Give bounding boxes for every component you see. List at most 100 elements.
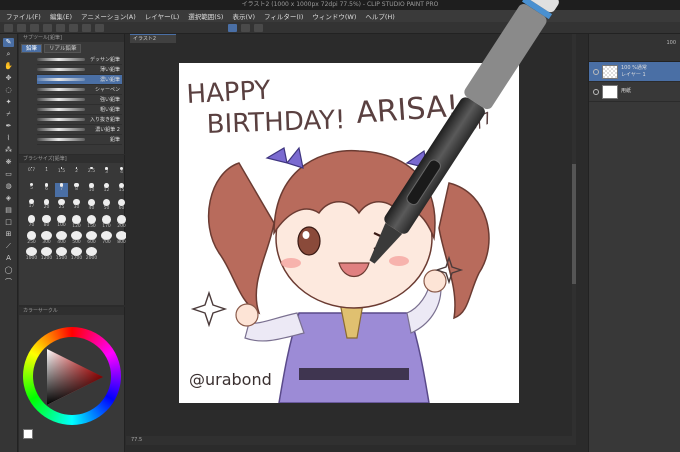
menu-view[interactable]: 表示(V): [232, 11, 255, 21]
deselect-button[interactable]: [95, 23, 104, 32]
text-tool-icon[interactable]: A: [3, 254, 14, 263]
undo-button[interactable]: [43, 23, 52, 32]
brush-item[interactable]: 鉛筆: [37, 135, 122, 145]
brush-size-option[interactable]: 25: [55, 199, 68, 213]
snap-button[interactable]: [228, 23, 237, 32]
brush-size-option[interactable]: 600: [85, 231, 98, 245]
lasso-tool-icon[interactable]: ◌: [3, 86, 14, 95]
balloon-tool-icon[interactable]: ◯: [3, 266, 14, 275]
fill-tool-icon[interactable]: ◈: [3, 194, 14, 203]
brush-size-option[interactable]: 2.5: [85, 167, 98, 181]
brush-size-option[interactable]: 5: [25, 183, 38, 197]
pencil-tool-icon[interactable]: ✎: [3, 38, 14, 47]
layer-row[interactable]: 100 %通常 レイヤー 1: [589, 62, 680, 82]
blend-tool-icon[interactable]: ◍: [3, 182, 14, 191]
visibility-icon[interactable]: [593, 68, 599, 75]
current-color-swatch[interactable]: [23, 429, 33, 439]
brush-size-option[interactable]: 170: [100, 215, 113, 229]
brush-size-option[interactable]: 1000: [25, 247, 38, 261]
gradient-tool-icon[interactable]: ▤: [3, 206, 14, 215]
menu-edit[interactable]: 編集(E): [50, 11, 72, 21]
eraser-tool-icon[interactable]: ▭: [3, 170, 14, 179]
zoom-tool-icon[interactable]: ⌕: [3, 50, 14, 59]
brush-size-option[interactable]: 10: [85, 183, 98, 197]
canvas-vertical-scrollbar[interactable]: [572, 34, 576, 436]
new-file-button[interactable]: [4, 23, 13, 32]
brush-size-option[interactable]: 70: [25, 215, 38, 229]
pen-tool-icon[interactable]: ✒: [3, 122, 14, 131]
brush-size-option[interactable]: 1: [40, 167, 53, 181]
brush-size-option[interactable]: 2: [70, 167, 83, 181]
brush-size-option[interactable]: 500: [70, 231, 83, 245]
layer-opacity[interactable]: 100: [666, 40, 676, 46]
saturation-triangle[interactable]: [39, 341, 109, 411]
brush-size-option[interactable]: 80: [40, 215, 53, 229]
menu-animation[interactable]: アニメーション(A): [81, 11, 136, 21]
decoration-tool-icon[interactable]: ❋: [3, 158, 14, 167]
document-tab[interactable]: イラスト2: [130, 34, 176, 43]
tab-real-pencil[interactable]: リアル鉛筆: [44, 44, 82, 53]
tab-pencil[interactable]: 鉛筆: [21, 44, 43, 53]
menu-selection[interactable]: 選択範囲(S): [188, 11, 223, 21]
brush-item[interactable]: 薄い鉛筆: [37, 65, 122, 75]
brush-item[interactable]: 濃い鉛筆 2: [37, 125, 122, 135]
transform-button[interactable]: [82, 23, 91, 32]
brush-size-option[interactable]: 150: [85, 215, 98, 229]
menu-filter[interactable]: フィルター(I): [264, 11, 303, 21]
menu-help[interactable]: ヘルプ(H): [365, 11, 394, 21]
brush-size-option[interactable]: 300: [40, 231, 53, 245]
brush-size-option[interactable]: 30: [70, 199, 83, 213]
brush-size-option[interactable]: 250: [25, 231, 38, 245]
visibility-icon[interactable]: [593, 88, 599, 95]
brush-size-option[interactable]: 1.5: [55, 167, 68, 181]
canvas-paper[interactable]: HAPPY BIRTHDAY! ARISA! 6/7 @urabond: [179, 63, 519, 403]
brush-item[interactable]: 濃い鉛筆: [37, 75, 122, 85]
menu-window[interactable]: ウィンドウ(W): [312, 11, 356, 21]
airbrush-tool-icon[interactable]: ⁂: [3, 146, 14, 155]
brush-size-option[interactable]: 50: [100, 199, 113, 213]
frame-tool-icon[interactable]: ⊞: [3, 230, 14, 239]
brush-size-option[interactable]: 17: [25, 199, 38, 213]
redo-button[interactable]: [56, 23, 65, 32]
eyedropper-tool-icon[interactable]: ⌿: [3, 110, 14, 119]
brush-size-option[interactable]: 100: [55, 215, 68, 229]
brush-size-option[interactable]: 40: [85, 199, 98, 213]
layer-row[interactable]: 用紙: [589, 82, 680, 102]
hand-tool-icon[interactable]: ✋: [3, 62, 14, 71]
brush-size-option[interactable]: 8: [70, 183, 83, 197]
wand-tool-icon[interactable]: ✦: [3, 98, 14, 107]
open-file-button[interactable]: [17, 23, 26, 32]
save-button[interactable]: [30, 23, 39, 32]
brush-size-option[interactable]: 1500: [55, 247, 68, 261]
grid-snap-button[interactable]: [254, 23, 263, 32]
brush-size-option[interactable]: 12: [100, 183, 113, 197]
menu-file[interactable]: ファイル(F): [6, 11, 41, 21]
brush-size-option[interactable]: 1200: [40, 247, 53, 261]
brush-size-option[interactable]: 20: [40, 199, 53, 213]
brush-tool-icon[interactable]: ⌇: [3, 134, 14, 143]
menu-layer[interactable]: レイヤー(L): [145, 11, 180, 21]
hue-ring[interactable]: [23, 327, 121, 425]
brush-size-option[interactable]: 700: [100, 231, 113, 245]
brush-size-option[interactable]: 400: [55, 231, 68, 245]
ruler-snap-button[interactable]: [241, 23, 250, 32]
brush-item[interactable]: 粗い鉛筆: [37, 105, 122, 115]
zoom-level[interactable]: 77.5: [131, 437, 142, 443]
brush-size-option[interactable]: 120: [70, 215, 83, 229]
brush-size-option[interactable]: 7: [55, 183, 68, 197]
correct-line-tool-icon[interactable]: ⌒: [3, 278, 14, 287]
move-tool-icon[interactable]: ✥: [3, 74, 14, 83]
figure-tool-icon[interactable]: □: [3, 218, 14, 227]
brush-item[interactable]: シャーペン: [37, 85, 122, 95]
clear-button[interactable]: [69, 23, 78, 32]
brush-item[interactable]: デッサン鉛筆: [37, 55, 122, 65]
brush-item[interactable]: 入り抜き鉛筆: [37, 115, 122, 125]
brush-size-option[interactable]: 6: [40, 183, 53, 197]
brush-size-option[interactable]: 2000: [85, 247, 98, 261]
brush-size-option[interactable]: 3: [100, 167, 113, 181]
ruler-tool-icon[interactable]: ⟋: [3, 242, 14, 251]
brush-item[interactable]: 強い鉛筆: [37, 95, 122, 105]
brush-size-option[interactable]: 0.7: [25, 167, 38, 181]
scrollbar-thumb[interactable]: [572, 164, 576, 284]
brush-size-option[interactable]: 1700: [70, 247, 83, 261]
